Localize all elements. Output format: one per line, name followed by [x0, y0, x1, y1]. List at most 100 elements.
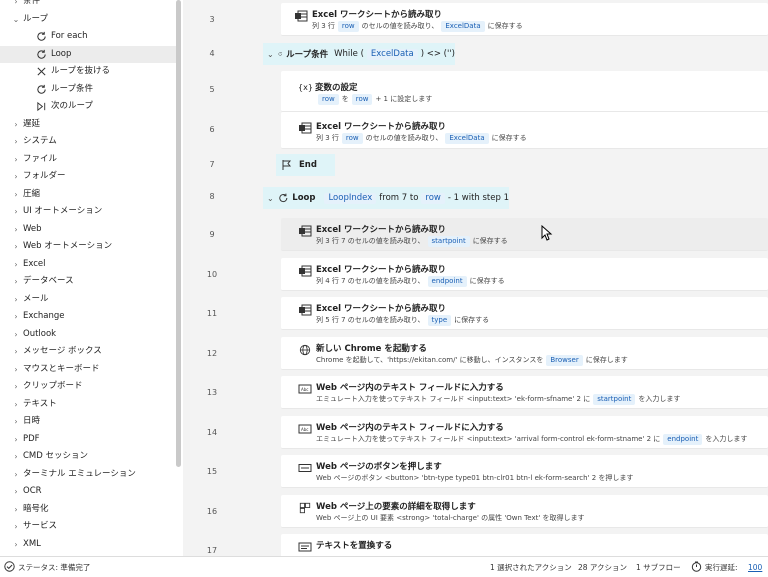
variable-tag: row [421, 192, 445, 204]
action-group[interactable]: › ターミナル エミュレーション [0, 466, 178, 484]
chevron-down-icon[interactable]: ⌄ [267, 50, 274, 59]
action-title: Excel ワークシートから読み取り [316, 122, 446, 132]
chevron-right-icon[interactable]: › [11, 168, 21, 186]
action-group[interactable]: › メッセージ ボックス [0, 343, 178, 361]
action-group[interactable]: › Web オートメーション [0, 238, 178, 256]
chevron-down-icon[interactable]: ⌄ [11, 11, 21, 29]
action-item[interactable]: ループを抜ける [0, 63, 178, 81]
item-label: Outlook [23, 328, 57, 339]
action-group[interactable]: › 日時 [0, 413, 178, 431]
row-number: 16 [206, 507, 218, 516]
action-group[interactable]: › マウスとキーボード [0, 361, 178, 379]
action-group[interactable]: › データベース [0, 273, 178, 291]
chevron-right-icon[interactable]: › [11, 238, 21, 256]
check-circle-icon [4, 561, 15, 572]
chevron-right-icon[interactable]: › [11, 501, 21, 519]
action-card[interactable]: Excel ワークシートから読み取り列 3 行 7 のセルの値を読み取り、 sta… [281, 218, 768, 251]
chevron-right-icon[interactable]: › [11, 448, 21, 466]
action-title: テキストを置換する [316, 541, 393, 551]
chevron-right-icon[interactable]: › [11, 466, 21, 484]
chevron-right-icon[interactable]: › [11, 221, 21, 239]
item-label: サービス [23, 521, 58, 531]
sidebar-scrollbar[interactable] [176, 0, 181, 467]
action-card[interactable]: Excel ワークシートから読み取り 列 3 行 row のセルの値を読み取り、 Ex… [281, 112, 768, 149]
variable-tag: LoopIndex [324, 192, 377, 204]
chevron-down-icon[interactable]: ⌄ [267, 194, 274, 203]
svg-text:Abc: Abc [301, 387, 308, 392]
action-group[interactable]: › PDF [0, 431, 178, 449]
actions-sidebar: › 条件 ⌄ ループ For each Loop ループを抜ける ループ条件 次のループ › 遅延 ›… [0, 0, 184, 557]
chevron-right-icon[interactable]: › [11, 378, 21, 396]
chevron-right-icon[interactable]: › [11, 518, 21, 536]
action-card[interactable]: Web ページのボタンを押します Web ページのボタン <button> 'bt… [281, 455, 768, 488]
action-group[interactable]: › システム [0, 133, 178, 151]
chevron-right-icon[interactable]: › [11, 273, 21, 291]
chevron-right-icon[interactable]: › [11, 361, 21, 379]
action-group[interactable]: › Excel [0, 256, 178, 274]
item-label: ターミナル エミュレーション [23, 468, 136, 479]
row-number: 13 [206, 388, 218, 397]
action-group[interactable]: › 条件 [0, 0, 178, 11]
action-card[interactable]: Excel ワークシートから読み取り列 4 行 7 のセルの値を読み取り、 end… [281, 258, 768, 291]
action-group[interactable]: ⌄ ループ [0, 11, 178, 29]
chevron-right-icon[interactable]: › [11, 431, 21, 449]
action-item[interactable]: For each [0, 28, 178, 46]
chevron-right-icon[interactable]: › [11, 203, 21, 221]
chevron-right-icon[interactable]: › [11, 133, 21, 151]
chevron-right-icon[interactable]: › [11, 326, 21, 344]
action-card[interactable]: Excel ワークシートから読み取り 列 3 行 row のセルの値を読み取り、 Ex… [281, 3, 768, 36]
chevron-right-icon[interactable]: › [11, 0, 21, 11]
action-group[interactable]: › 遅延 [0, 116, 178, 134]
variable-tag: ExcelData [366, 48, 418, 60]
loop-condition-block[interactable]: ⌄ ループ条件 While (ExcelData) <> ('') [263, 43, 455, 65]
action-group[interactable]: › ファイル [0, 151, 178, 169]
action-description: Web ページのボタン <button> 'btn-type type01 bt… [316, 474, 634, 482]
action-group[interactable]: › Web [0, 221, 178, 239]
flag-icon [282, 160, 292, 170]
action-item[interactable]: 次のループ [0, 98, 178, 116]
action-item[interactable]: ループ条件 [0, 81, 178, 99]
action-card[interactable]: Web ページ上の要素の詳細を取得します Web ページ上の UI 要素 <str… [281, 495, 768, 528]
action-item[interactable]: Loop [0, 45, 178, 63]
action-card[interactable]: Abc Web ページ内のテキスト フィールドに入力する エミュレート入力を使ってテ… [281, 416, 768, 449]
action-card[interactable]: Abc Web ページ内のテキスト フィールドに入力する エミュレート入力を使ってテ… [281, 376, 768, 409]
action-group[interactable]: › CMD セッション [0, 448, 178, 466]
action-group[interactable]: › Outlook [0, 326, 178, 344]
item-label: CMD セッション [23, 451, 89, 461]
item-label: PDF [23, 433, 40, 444]
chevron-right-icon[interactable]: › [11, 413, 21, 431]
action-group[interactable]: › クリップボード [0, 378, 178, 396]
action-group[interactable]: › XML [0, 536, 178, 554]
run-delay-value[interactable]: 100 [748, 563, 762, 572]
action-group[interactable]: › テキスト [0, 396, 178, 414]
row-number: 5 [209, 85, 215, 94]
action-group[interactable]: › メール [0, 291, 178, 309]
chevron-right-icon[interactable]: › [11, 396, 21, 414]
chevron-right-icon[interactable]: › [11, 116, 21, 134]
chevron-right-icon[interactable]: › [11, 256, 21, 274]
chevron-right-icon[interactable]: › [11, 291, 21, 309]
action-group[interactable]: › 圧縮 [0, 186, 178, 204]
action-card[interactable]: テキストを置換する [281, 534, 768, 557]
item-label: メッセージ ボックス [23, 346, 102, 356]
chevron-right-icon[interactable]: › [11, 308, 21, 326]
loop-block[interactable]: ⌄ Loop LoopIndex from 7 to row - 1 with ste… [263, 187, 509, 209]
action-group[interactable]: › OCR [0, 483, 178, 501]
action-group[interactable]: › UI オートメーション [0, 203, 178, 221]
action-group[interactable]: › サービス [0, 518, 178, 536]
action-card[interactable]: {x} 変数の設定 row を row + 1 に設定します [281, 71, 768, 112]
chevron-right-icon[interactable]: › [11, 186, 21, 204]
action-card[interactable]: Excel ワークシートから読み取り列 5 行 7 のセルの値を読み取り、 typ… [281, 297, 768, 330]
chevron-right-icon[interactable]: › [11, 151, 21, 169]
variable-tag: row [318, 94, 339, 105]
action-group[interactable]: › 暗号化 [0, 501, 178, 519]
action-card[interactable]: 新しい Chrome を起動する Chrome を起動して、'https://ek… [281, 337, 768, 370]
chevron-right-icon[interactable]: › [11, 343, 21, 361]
item-label: 次のループ [51, 101, 93, 111]
chevron-right-icon[interactable]: › [11, 536, 21, 554]
end-block[interactable]: End [276, 154, 335, 176]
action-group[interactable]: › Exchange [0, 308, 178, 326]
action-group[interactable]: › フォルダー [0, 168, 178, 186]
item-label: クリップボード [23, 381, 83, 391]
chevron-right-icon[interactable]: › [11, 483, 21, 501]
